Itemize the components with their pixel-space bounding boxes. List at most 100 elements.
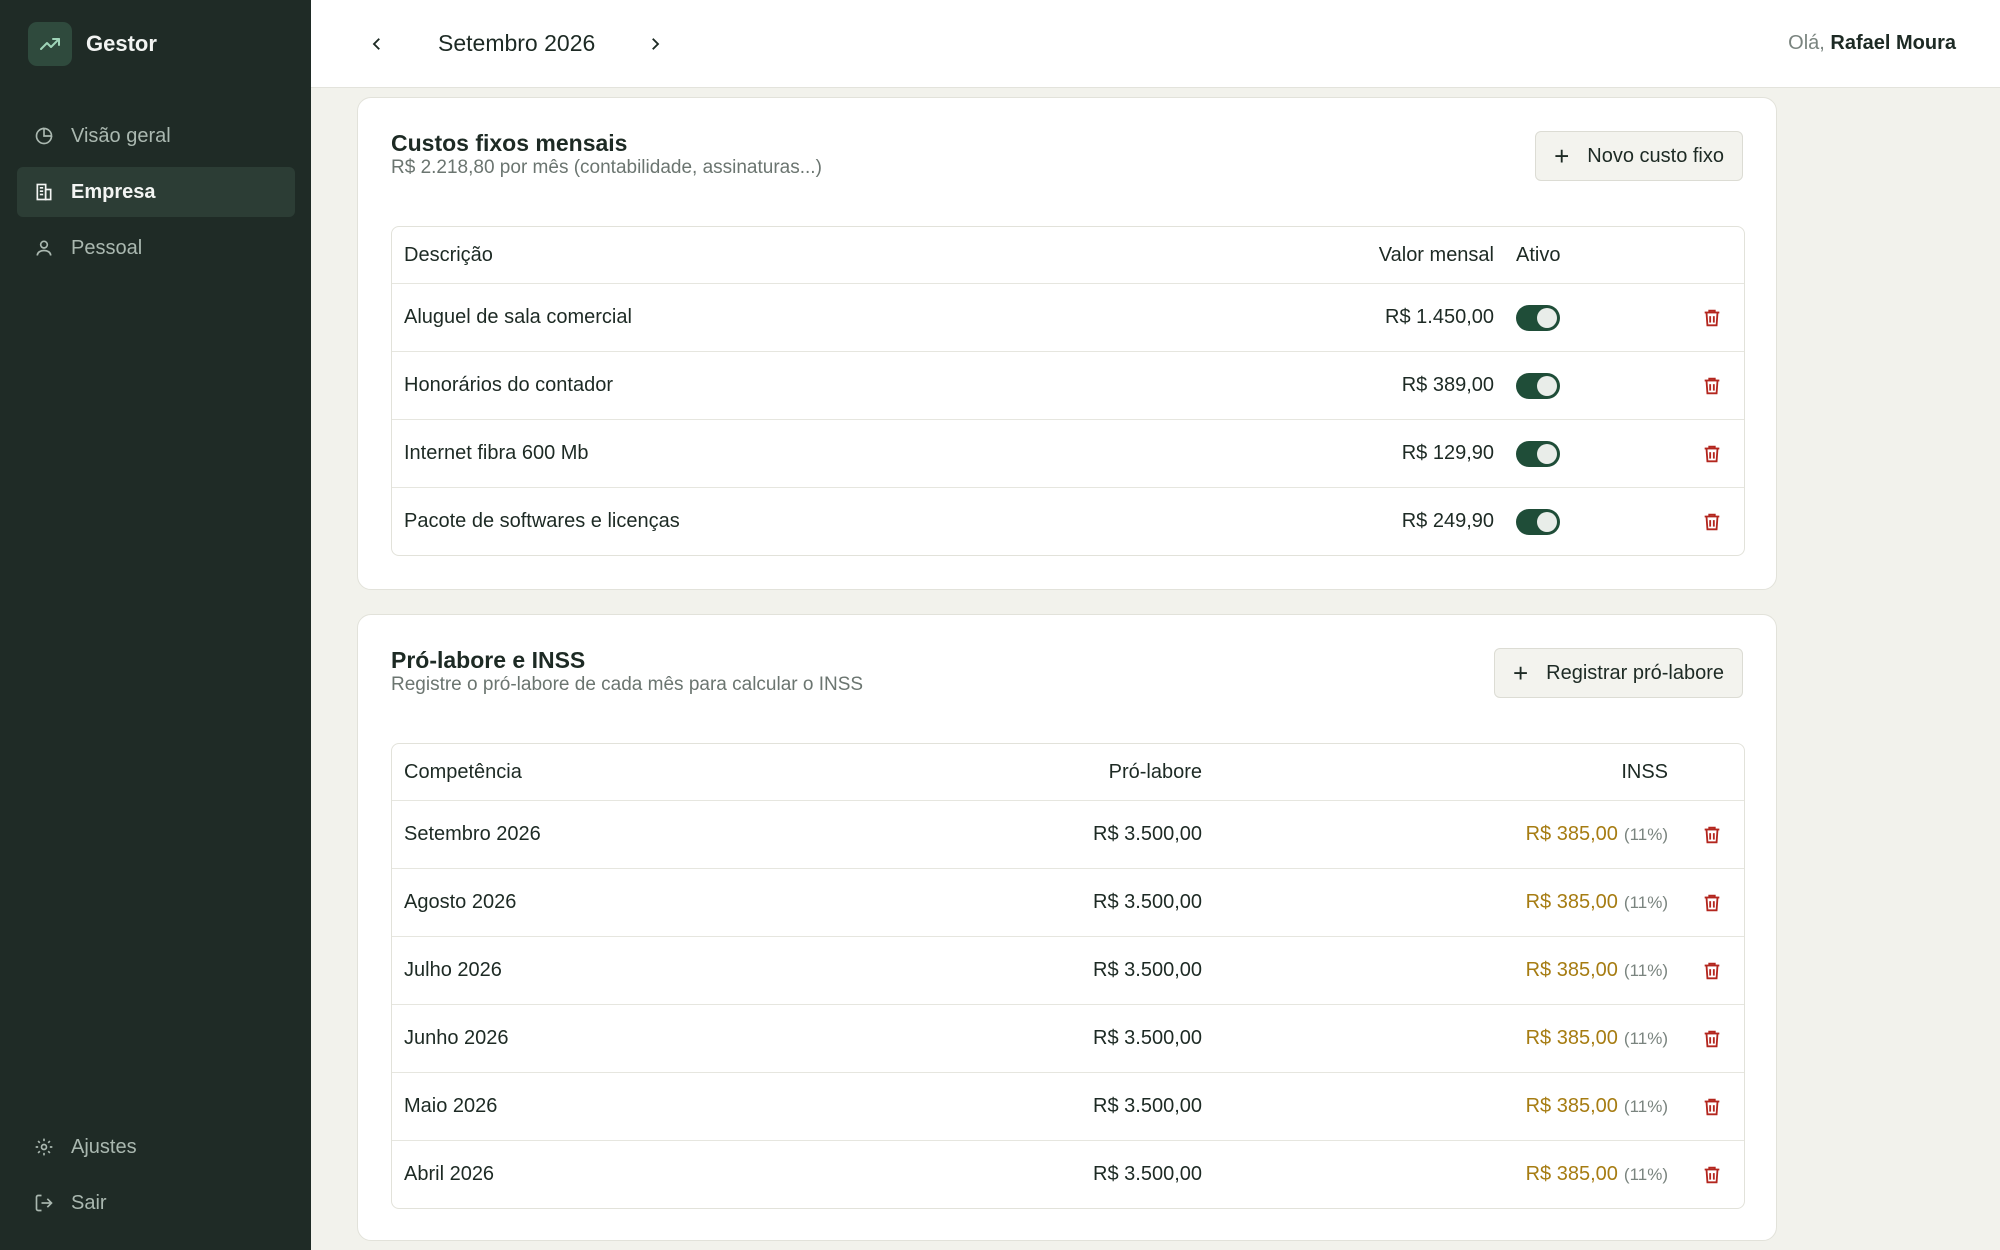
register-prolabore-button[interactable]: + Registrar pró-labore (1493, 648, 1743, 698)
table-row: Maio 2026 R$ 3.500,00 R$ 385,00 (11%) (392, 1072, 1744, 1140)
fixed-costs-title: Custos fixos mensais (391, 130, 628, 156)
fixed-costs-table: Descrição Valor mensal Ativo Aluguel de … (391, 226, 1745, 556)
cost-description: Honorários do contador (404, 374, 614, 396)
inss-cell: R$ 385,00 (11%) (1526, 937, 1668, 1004)
cost-value: R$ 1.450,00 (1385, 306, 1494, 328)
table-row: Setembro 2026 R$ 3.500,00 R$ 385,00 (11%) (392, 800, 1744, 868)
table-row: Internet fibra 600 Mb R$ 129,90 (392, 419, 1744, 487)
prolabore-card: Pró-labore e INSS Registre o pró-labore … (357, 614, 1777, 1241)
active-toggle-cell (1516, 420, 1560, 487)
brand[interactable]: Gestor (28, 22, 157, 66)
inss-cell: R$ 385,00 (11%) (1526, 1073, 1668, 1140)
inss-rate: (11%) (1623, 960, 1668, 980)
table-row: Honorários do contador R$ 389,00 (392, 351, 1744, 419)
pie-chart-icon (33, 125, 55, 147)
sidebar-item-label: Sair (71, 1191, 107, 1214)
sidebar-item-sair[interactable]: Sair (17, 1178, 295, 1228)
prolabore-value: R$ 3.500,00 (1093, 1163, 1202, 1185)
table-header: Descrição Valor mensal Ativo (392, 227, 1744, 283)
active-toggle-cell (1516, 284, 1560, 351)
column-header-active: Ativo (1516, 243, 1561, 266)
trash-icon (1704, 1166, 1720, 1183)
greeting-prefix: Olá, (1788, 32, 1825, 54)
inss-rate: (11%) (1623, 1028, 1668, 1048)
sidebar-item-ajustes[interactable]: Ajustes (17, 1122, 295, 1172)
fixed-costs-subtitle: R$ 2.218,80 por mês (contabilidade, assi… (391, 157, 822, 178)
inss-rate: (11%) (1623, 1164, 1668, 1184)
table-row: Julho 2026 R$ 3.500,00 R$ 385,00 (11%) (392, 936, 1744, 1004)
competence: Julho 2026 (404, 959, 502, 981)
delete-button[interactable] (1700, 1141, 1724, 1208)
delete-button[interactable] (1700, 1073, 1724, 1140)
trash-icon (1704, 962, 1720, 979)
new-fixed-cost-button[interactable]: + Novo custo fixo (1535, 131, 1743, 181)
prolabore-value: R$ 3.500,00 (1093, 1095, 1202, 1117)
delete-button[interactable] (1700, 420, 1724, 487)
competence: Junho 2026 (404, 1027, 509, 1049)
sidebar-item-visao-geral[interactable]: Visão geral (17, 111, 295, 161)
inss-cell: R$ 385,00 (11%) (1526, 869, 1668, 936)
sidebar-item-label: Visão geral (71, 124, 171, 147)
inss-value: R$ 385,00 (1525, 891, 1618, 913)
table-row: Aluguel de sala comercial R$ 1.450,00 (392, 283, 1744, 351)
delete-button[interactable] (1700, 352, 1724, 419)
column-header-inss: INSS (1621, 760, 1668, 783)
cost-description: Aluguel de sala comercial (404, 306, 632, 328)
sidebar: Gestor Visão geral Empresa Pessoal Ajust… (0, 0, 311, 1250)
inss-cell: R$ 385,00 (11%) (1526, 1141, 1668, 1208)
table-row: Agosto 2026 R$ 3.500,00 R$ 385,00 (11%) (392, 868, 1744, 936)
app-name: Gestor (86, 31, 157, 56)
prolabore-table: Competência Pró-labore INSS Setembro 202… (391, 743, 1745, 1209)
current-month: Setembro 2026 (438, 30, 596, 56)
competence: Maio 2026 (404, 1095, 498, 1117)
column-header-prolabore: Pró-labore (1108, 760, 1202, 783)
sidebar-item-empresa[interactable]: Empresa (17, 167, 295, 217)
cost-description: Pacote de softwares e licenças (404, 510, 680, 532)
top-bar: Setembro 2026 Olá, Rafael Moura (311, 0, 2000, 88)
delete-button[interactable] (1700, 937, 1724, 1004)
trash-icon (1704, 445, 1720, 462)
delete-button[interactable] (1700, 284, 1724, 351)
column-header-monthly-value: Valor mensal (1378, 243, 1494, 266)
trash-icon (1704, 1030, 1720, 1047)
trash-icon (1704, 513, 1720, 530)
inss-rate: (11%) (1623, 824, 1668, 844)
sidebar-item-label: Ajustes (71, 1135, 137, 1158)
button-label: Novo custo fixo (1587, 144, 1724, 167)
logout-icon (33, 1192, 55, 1214)
fixed-costs-card: Custos fixos mensais R$ 2.218,80 por mês… (357, 97, 1777, 590)
active-toggle-cell (1516, 488, 1560, 555)
inss-value: R$ 385,00 (1525, 959, 1618, 981)
trending-up-icon (28, 22, 72, 66)
sidebar-item-label: Empresa (71, 180, 156, 203)
active-toggle[interactable] (1516, 508, 1560, 535)
inss-value: R$ 385,00 (1525, 1095, 1618, 1117)
active-toggle[interactable] (1516, 440, 1560, 467)
delete-button[interactable] (1700, 1005, 1724, 1072)
delete-button[interactable] (1700, 488, 1724, 555)
table-row: Abril 2026 R$ 3.500,00 R$ 385,00 (11%) (392, 1140, 1744, 1208)
cost-value: R$ 249,90 (1401, 510, 1494, 532)
next-month-button[interactable] (639, 28, 671, 60)
button-label: Registrar pró-labore (1546, 661, 1724, 684)
previous-month-button[interactable] (361, 28, 393, 60)
prolabore-subtitle: Registre o pró-labore de cada mês para c… (391, 674, 864, 695)
active-toggle-cell (1516, 352, 1560, 419)
user-icon (33, 237, 55, 259)
inss-rate: (11%) (1623, 892, 1668, 912)
plus-icon: + (1512, 658, 1529, 688)
user-name[interactable]: Rafael Moura (1830, 32, 1956, 54)
chevron-left-icon (372, 38, 380, 50)
delete-button[interactable] (1700, 869, 1724, 936)
inss-cell: R$ 385,00 (11%) (1526, 801, 1668, 868)
cost-value: R$ 389,00 (1401, 374, 1494, 396)
active-toggle[interactable] (1516, 372, 1560, 399)
delete-button[interactable] (1700, 801, 1724, 868)
table-row: Pacote de softwares e licenças R$ 249,90 (392, 487, 1744, 555)
sidebar-item-pessoal[interactable]: Pessoal (17, 223, 295, 273)
prolabore-value: R$ 3.500,00 (1093, 891, 1202, 913)
inss-value: R$ 385,00 (1525, 823, 1618, 845)
inss-value: R$ 385,00 (1525, 1027, 1618, 1049)
trash-icon (1704, 894, 1720, 911)
active-toggle[interactable] (1516, 304, 1560, 331)
